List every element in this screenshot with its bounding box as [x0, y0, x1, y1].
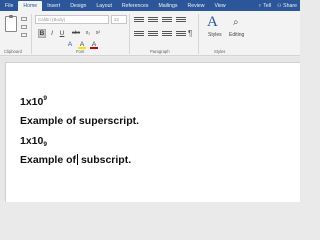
superscript-button[interactable]: x²: [94, 29, 102, 38]
tab-design[interactable]: Design: [65, 1, 91, 11]
lightbulb-icon: ♀: [258, 3, 262, 9]
numbering-icon[interactable]: [148, 17, 158, 23]
tab-references[interactable]: References: [117, 1, 154, 11]
doc-line-superscript-example[interactable]: 1x109: [20, 95, 47, 108]
paste-icon[interactable]: [5, 15, 17, 32]
styles-button-label[interactable]: Styles: [208, 32, 222, 38]
justify-icon[interactable]: [176, 31, 186, 37]
ribbon-tab-bar: File Home Insert Design Layout Reference…: [0, 0, 300, 11]
font-name-select[interactable]: Calibri (Body): [35, 15, 109, 24]
group-label-styles: Styles: [214, 49, 226, 54]
document-area: 1x109 Example of superscript. 1x109 Exam…: [0, 57, 300, 202]
share-label: Share: [283, 3, 297, 9]
caption-text-before-cursor: Example of: [20, 154, 77, 166]
subscript-text: 9: [43, 141, 47, 148]
doc-line-superscript-caption[interactable]: Example of superscript.: [20, 115, 139, 127]
format-painter-icon[interactable]: [21, 33, 27, 37]
copy-icon[interactable]: [21, 25, 27, 29]
tab-review[interactable]: Review: [182, 1, 209, 11]
magnifier-icon[interactable]: ⌕: [233, 17, 239, 28]
bold-button[interactable]: B: [38, 29, 46, 38]
base-text: 1x10: [20, 96, 44, 108]
superscript-text: 9: [43, 95, 47, 102]
underline-button[interactable]: U: [58, 29, 66, 38]
editing-button-label[interactable]: Editing: [229, 32, 244, 38]
styles-icon[interactable]: A: [207, 14, 218, 31]
share-button[interactable]: ⚇ Share: [274, 1, 300, 11]
tab-home[interactable]: Home: [18, 1, 43, 11]
ribbon-home: Calibri (Body) 22 B I U abc x₂ x² A A A …: [0, 11, 300, 56]
group-label-font: Font: [76, 49, 85, 54]
align-right-icon[interactable]: [162, 31, 172, 37]
cut-icon[interactable]: [21, 17, 27, 21]
tab-insert[interactable]: Insert: [42, 1, 65, 11]
align-left-icon[interactable]: [134, 31, 144, 37]
align-center-icon[interactable]: [148, 31, 158, 37]
ribbon-group-labels: Clipboard Font Paragraph Styles: [0, 48, 300, 56]
decrease-indent-icon[interactable]: [176, 17, 186, 23]
pilcrow-icon[interactable]: ¶: [188, 29, 192, 38]
italic-button[interactable]: I: [48, 29, 56, 38]
document-page[interactable]: 1x109 Example of superscript. 1x109 Exam…: [5, 62, 300, 202]
multilevel-list-icon[interactable]: [162, 17, 172, 23]
tell-me-label: Tell: [263, 3, 272, 9]
doc-line-subscript-example[interactable]: 1x109: [20, 135, 47, 148]
doc-line-subscript-caption[interactable]: Example of subscript.: [20, 154, 131, 166]
bullets-icon[interactable]: [134, 17, 144, 23]
group-label-paragraph: Paragraph: [150, 49, 170, 54]
caption-text-after-cursor: subscript.: [78, 154, 132, 166]
group-label-clipboard: Clipboard: [4, 49, 22, 54]
font-size-select[interactable]: 22: [111, 15, 127, 24]
tab-file[interactable]: File: [0, 1, 18, 11]
tab-mailings[interactable]: Mailings: [153, 1, 182, 11]
tab-layout[interactable]: Layout: [91, 1, 117, 11]
tell-me-box[interactable]: ♀ Tell: [255, 1, 274, 11]
subscript-button[interactable]: x₂: [84, 29, 92, 38]
strikethrough-button[interactable]: abc: [70, 29, 82, 38]
base-text: 1x10: [20, 135, 44, 147]
person-icon: ⚇: [277, 3, 282, 9]
tab-view[interactable]: View: [210, 1, 231, 11]
